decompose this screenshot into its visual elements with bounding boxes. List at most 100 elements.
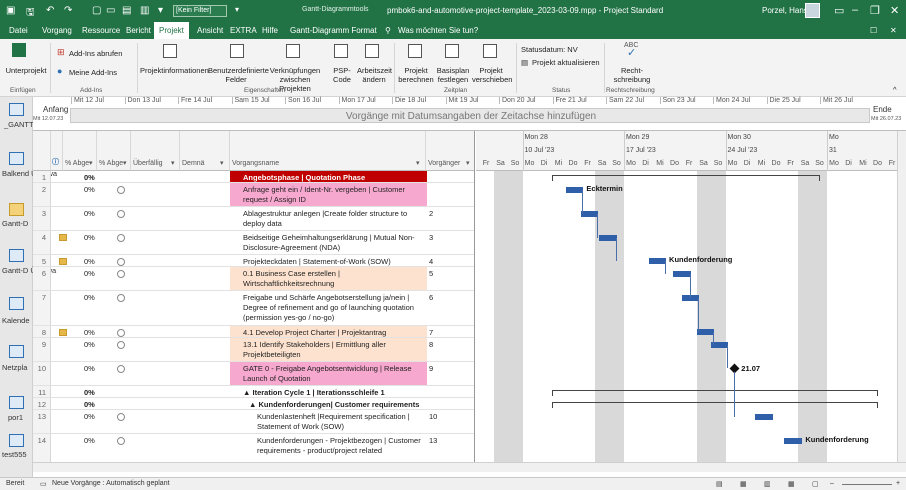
predecessor-cell[interactable]: 10 bbox=[426, 410, 474, 433]
predecessor-cell[interactable] bbox=[426, 183, 474, 206]
pct-complete-cell[interactable]: 0% bbox=[63, 267, 97, 290]
table-row[interactable]: 7 0% Freigabe und Schärfe Angebotserstellu… bbox=[33, 291, 474, 326]
table-row[interactable]: 1 0% Angebotsphase | Quotation Phase bbox=[33, 171, 474, 183]
rechtschreibung-button[interactable]: Recht-schreibung bbox=[612, 66, 652, 84]
task-name-cell[interactable]: Ablagestruktur anlegen |Create folder st… bbox=[230, 207, 427, 230]
pct-complete-cell[interactable]: 0% bbox=[63, 386, 97, 397]
task-name-cell[interactable]: 13.1 Identify Stakeholders | Ermittlung … bbox=[230, 338, 427, 361]
view-resource-sheet-icon[interactable]: ▦ bbox=[788, 480, 795, 488]
pct-complete-cell[interactable]: 0% bbox=[63, 326, 97, 337]
arbeitszeit-button[interactable]: Arbeitszeit ändern bbox=[357, 66, 392, 84]
calendar-icon[interactable] bbox=[9, 297, 24, 310]
table-row[interactable]: 4 0% Beidseitige Geheimhaltungserklärung |… bbox=[33, 231, 474, 255]
save-icon[interactable]: ▣ bbox=[6, 5, 15, 16]
tell-me-icon[interactable]: ⚲ bbox=[385, 26, 391, 35]
open-folder-icon[interactable]: ▭ bbox=[106, 5, 115, 16]
view-item-netzplan[interactable]: Netzpla bbox=[2, 363, 27, 372]
task-name-cell[interactable]: Anfrage geht ein / Ident-Nr. vergeben | … bbox=[230, 183, 427, 206]
basisplan-button[interactable]: Basisplan festlegen bbox=[435, 66, 471, 84]
tab-bericht[interactable]: Bericht bbox=[126, 26, 151, 35]
pct-complete-cell[interactable]: 0% bbox=[63, 255, 97, 266]
ribbon-display-icon[interactable]: ▭ bbox=[834, 4, 844, 17]
network-diagram-icon[interactable] bbox=[9, 345, 24, 358]
pct-complete-cell[interactable]: 0% bbox=[63, 291, 97, 325]
addins-abrufen-button[interactable]: Add-Ins abrufen bbox=[69, 49, 122, 58]
predecessor-cell[interactable]: 4 bbox=[426, 255, 474, 266]
row-id[interactable]: 11 bbox=[33, 386, 51, 397]
task-bar[interactable] bbox=[673, 271, 691, 277]
pct-complete-cell[interactable]: 0% bbox=[63, 231, 97, 254]
close-icon[interactable]: ✕ bbox=[890, 4, 899, 17]
table-row[interactable]: 3 0% Ablagestruktur anlegen |Create folder… bbox=[33, 207, 474, 231]
vertical-scrollbar[interactable] bbox=[897, 131, 906, 471]
customize-toolbar-icon[interactable]: ▾ bbox=[235, 5, 239, 14]
pct-complete-cell[interactable]: 0% bbox=[63, 398, 97, 409]
psp-code-button[interactable]: PSP-Code bbox=[326, 66, 358, 84]
view-team-planner-icon[interactable]: ▥ bbox=[764, 480, 771, 488]
task-bar[interactable] bbox=[783, 438, 803, 444]
summary-bar[interactable] bbox=[551, 175, 820, 181]
tab-datei[interactable]: Datei bbox=[9, 26, 28, 35]
tab-vorgang[interactable]: Vorgang bbox=[42, 26, 72, 35]
task-name-cell[interactable]: ▲ Iteration Cycle 1 | Iterationsschleife… bbox=[230, 386, 427, 397]
header-predecessors[interactable]: Vorgänger ▾ bbox=[426, 131, 474, 171]
ribbon-minimize-icon[interactable]: ☐ bbox=[870, 26, 877, 35]
table-row[interactable]: 2 0% Anfrage geht ein / Ident-Nr. vergeben… bbox=[33, 183, 474, 207]
header-pct-complete-2[interactable]: % Abge ▾ bbox=[97, 131, 131, 171]
row-id[interactable]: 7 bbox=[33, 291, 51, 325]
task-name-cell[interactable]: Angebotsphase | Quotation Phase bbox=[230, 171, 427, 182]
zoom-out-icon[interactable]: – bbox=[830, 480, 834, 487]
projekt-aktualisieren-button[interactable]: Projekt aktualisieren bbox=[532, 58, 600, 67]
task-name-cell[interactable]: Freigabe und Schärfe Angebotserstellung … bbox=[230, 291, 427, 325]
avatar[interactable] bbox=[805, 3, 820, 18]
summary-bar[interactable] bbox=[551, 402, 878, 408]
tab-hilfe[interactable]: Hilfe bbox=[262, 26, 278, 35]
task-name-cell[interactable]: GATE 0 - Freigabe Angebotsentwicklung | … bbox=[230, 362, 427, 385]
task-name-cell[interactable]: 0.1 Business Case erstellen | Wirtschaft… bbox=[230, 267, 427, 290]
pct-complete-cell[interactable]: 0% bbox=[63, 362, 97, 385]
user-name[interactable]: Porzel, Hans bbox=[762, 6, 808, 15]
table-row[interactable]: 9 0% 13.1 Identify Stakeholders | Ermittlu… bbox=[33, 338, 474, 362]
header-task-name[interactable]: Vorgangsname ▾ bbox=[230, 131, 426, 171]
row-id[interactable]: 2 bbox=[33, 183, 51, 206]
view-task-usage-icon[interactable]: ▦ bbox=[740, 480, 747, 488]
pct-complete-cell[interactable]: 0% bbox=[63, 207, 97, 230]
predecessor-cell[interactable]: 8 bbox=[426, 338, 474, 361]
table-row[interactable]: 6 0% 0.1 Business Case erstellen | Wirtsch… bbox=[33, 267, 474, 291]
meine-addins-button[interactable]: Meine Add-Ins bbox=[69, 68, 117, 77]
pct-complete-cell[interactable]: 0% bbox=[63, 183, 97, 206]
projektinformationen-button[interactable]: Projektinformationen bbox=[140, 66, 209, 75]
timeline-bar[interactable]: Vorgänge mit Datumsangaben der Zeitachse… bbox=[70, 108, 870, 123]
pct-complete-cell[interactable]: 0% bbox=[63, 410, 97, 433]
view-item-test555[interactable]: test555 bbox=[2, 450, 27, 459]
filter-dropdown[interactable]: [Kein Filter] bbox=[173, 5, 227, 17]
row-id[interactable]: 8 bbox=[33, 326, 51, 337]
table-row[interactable]: 10 0% GATE 0 - Freigabe Angebotsentwicklun… bbox=[33, 362, 474, 386]
gantt-tracking-icon[interactable] bbox=[9, 152, 24, 165]
predecessor-cell[interactable] bbox=[426, 171, 474, 182]
task-bar[interactable] bbox=[566, 187, 584, 193]
gantt-view-icon[interactable] bbox=[9, 103, 24, 116]
predecessor-cell[interactable]: 3 bbox=[426, 231, 474, 254]
view-item-por1[interactable]: por1 bbox=[8, 413, 23, 422]
tab-projekt[interactable]: Projekt bbox=[154, 22, 189, 39]
horizontal-scrollbar[interactable] bbox=[33, 462, 906, 472]
undo-icon[interactable]: ↶ bbox=[46, 5, 54, 16]
projekt-verschieben-button[interactable]: Projekt verschieben bbox=[472, 66, 512, 84]
task-name-cell[interactable]: Kundenlastenheft |Requirement specificat… bbox=[230, 410, 427, 433]
summary-bar[interactable] bbox=[551, 390, 878, 396]
tab-extra[interactable]: EXTRA bbox=[230, 26, 257, 35]
predecessor-cell[interactable]: 2 bbox=[426, 207, 474, 230]
select-all-corner[interactable] bbox=[33, 131, 51, 171]
table-row[interactable]: 12 0% ▲ Kundenforderungen| Customer requir… bbox=[33, 398, 474, 410]
tab-gantt-format[interactable]: Gantt-Diagramm Format bbox=[290, 26, 377, 35]
table-row[interactable]: 13 0% Kundenlastenheft |Requirement specif… bbox=[33, 410, 474, 434]
status-new-tasks[interactable]: Neue Vorgänge : Automatisch geplant bbox=[52, 480, 170, 487]
predecessor-cell[interactable] bbox=[426, 398, 474, 409]
task-name-cell[interactable]: 4.1 Develop Project Charter | Projektant… bbox=[230, 326, 427, 337]
row-id[interactable]: 1 bbox=[33, 171, 51, 182]
view-item-gantt[interactable]: _GANTT bbox=[4, 120, 34, 129]
row-id[interactable]: 9 bbox=[33, 338, 51, 361]
projekt-berechnen-button[interactable]: Projekt berechnen bbox=[398, 66, 434, 84]
gantt-tracking2-icon[interactable] bbox=[9, 249, 24, 262]
